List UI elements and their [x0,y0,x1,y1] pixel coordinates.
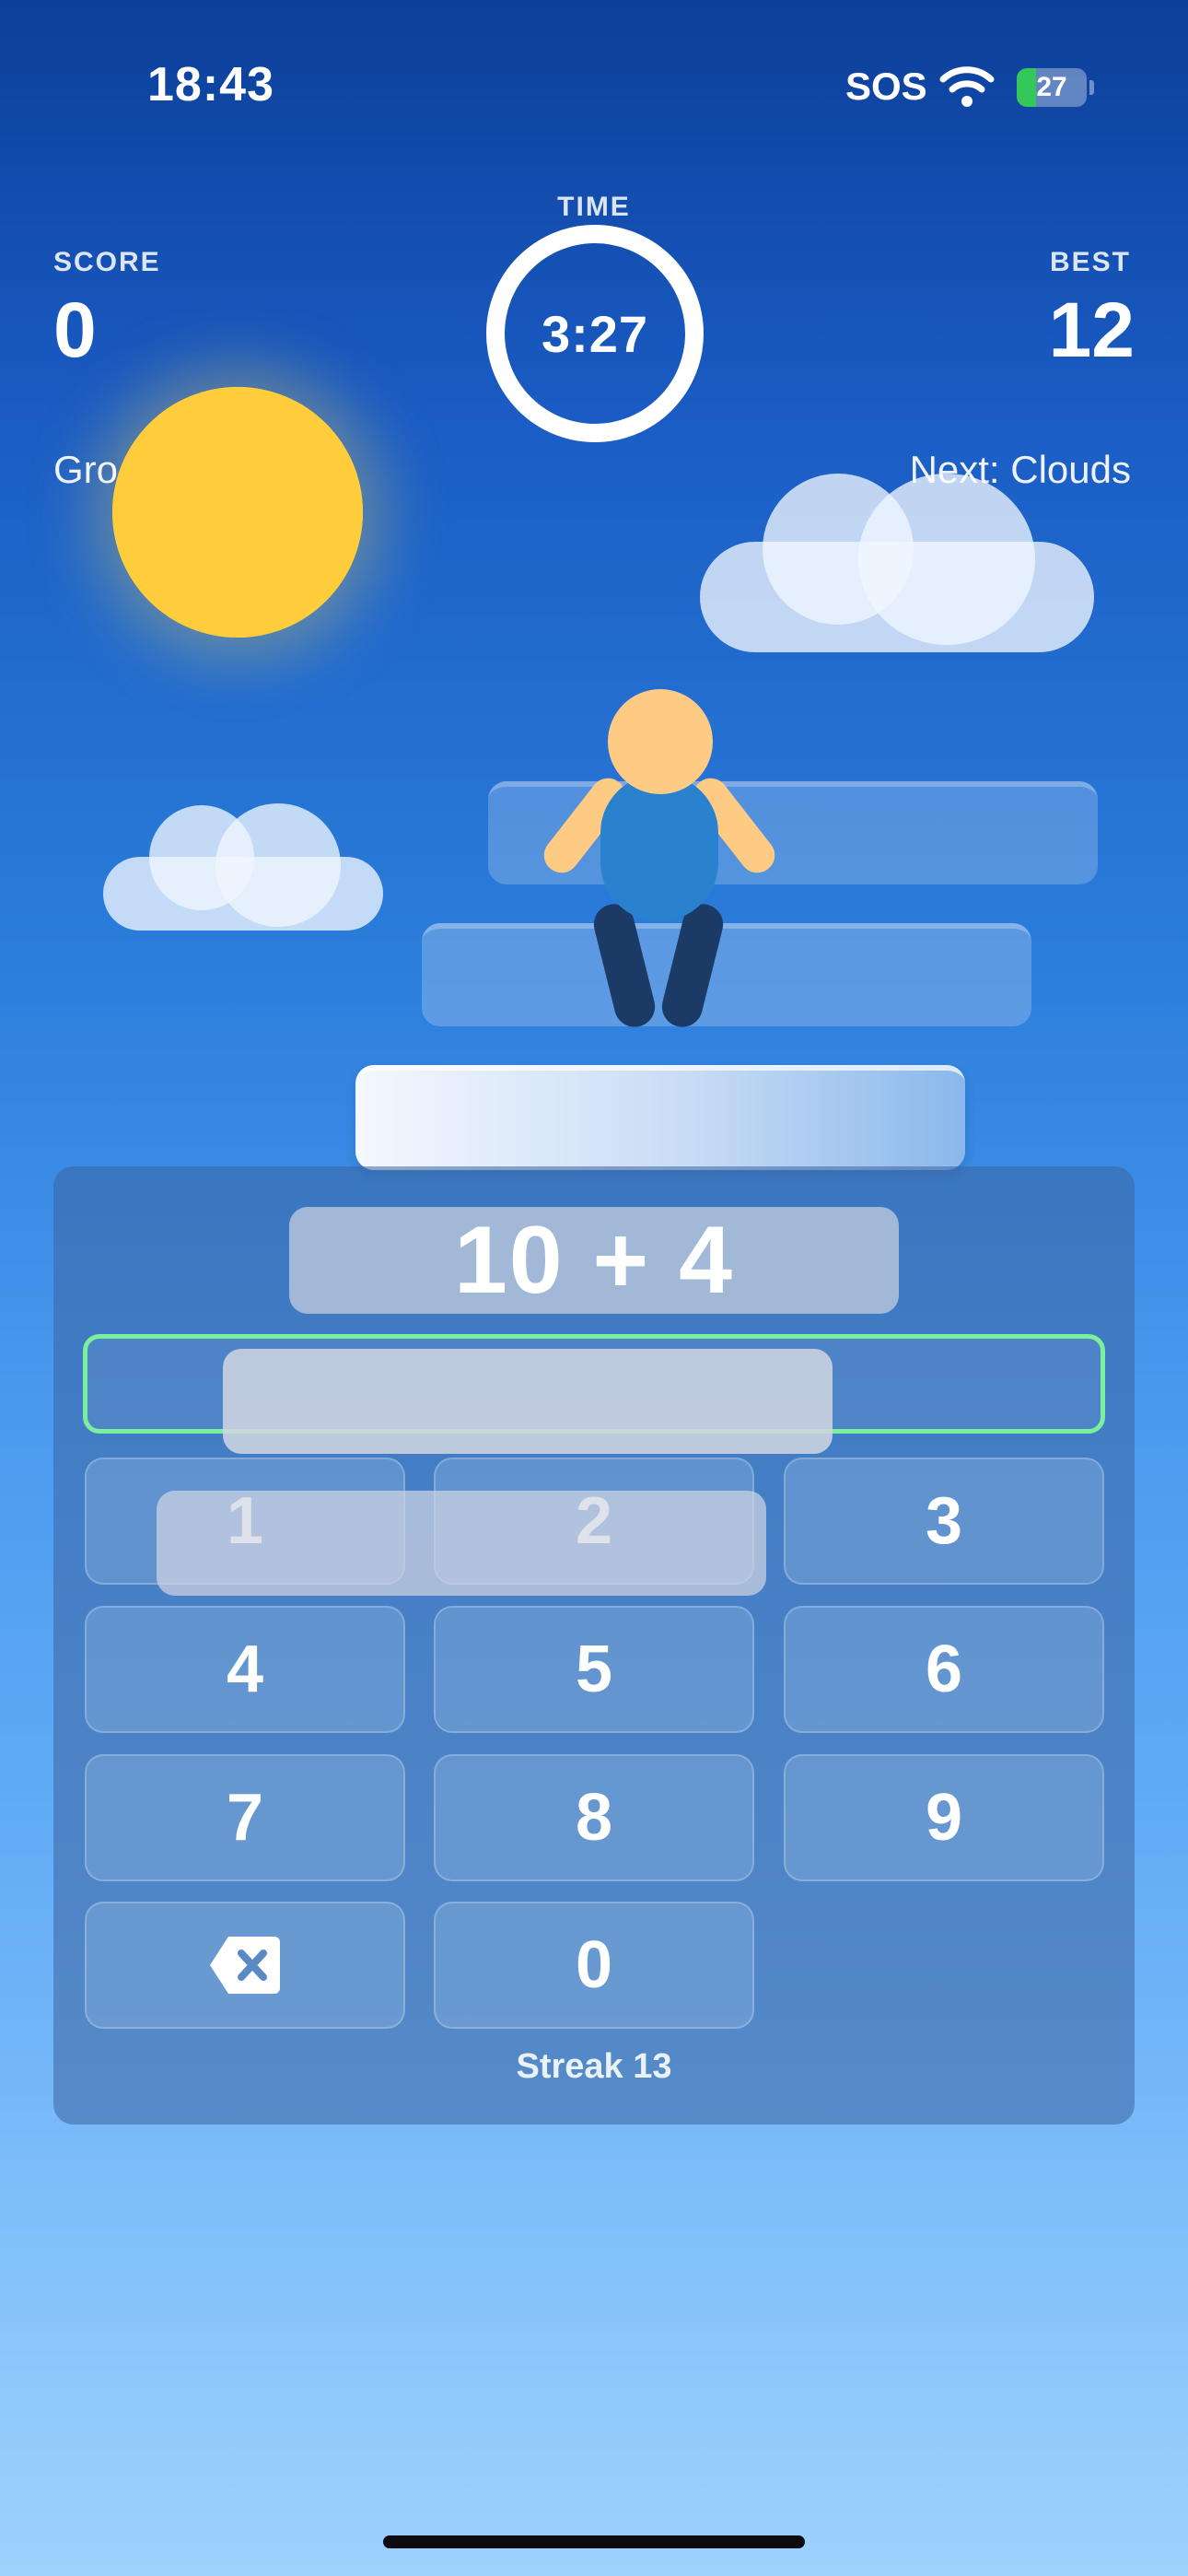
best-value: 12 [1048,287,1135,373]
time-label: TIME [557,192,631,222]
falling-platform-ghost-lower [157,1491,766,1596]
falling-platform-ghost [223,1349,833,1454]
score-label: SCORE [53,247,161,277]
backspace-icon [210,1937,280,1994]
score-value: 0 [53,287,97,373]
question-text: 10 + 4 [453,1206,735,1314]
character-head [608,689,713,794]
key-0[interactable]: 0 [434,1902,754,2029]
timer-value: 3:27 [541,304,649,363]
sun-overlay [112,387,363,638]
key-5[interactable]: 5 [434,1606,754,1733]
current-zone-label: Gro [53,448,119,491]
next-zone-label: Next: Clouds [909,448,1131,491]
streak-label: Streak 13 [516,2047,672,2086]
platform-middle [422,923,1031,1026]
home-indicator[interactable] [383,2535,805,2548]
cloud-small [103,803,385,932]
platform-current [355,1065,965,1170]
key-7[interactable]: 7 [85,1754,405,1881]
timer-ring: 3:27 [486,225,704,442]
key-3[interactable]: 3 [784,1458,1104,1585]
character-body [600,774,718,921]
battery-percent: 27 [1036,72,1067,102]
battery-icon: 27 [1017,68,1094,107]
key-6[interactable]: 6 [784,1606,1104,1733]
backspace-key[interactable] [85,1902,405,2029]
best-label: BEST [1049,247,1131,277]
key-4[interactable]: 4 [85,1606,405,1733]
question-card: 10 + 4 [289,1207,899,1314]
wifi-icon [939,66,995,107]
key-8[interactable]: 8 [434,1754,754,1881]
status-time: 18:43 [147,58,274,111]
cloud-large [700,474,1096,654]
key-9[interactable]: 9 [784,1754,1104,1881]
sos-indicator: SOS [845,64,927,108]
